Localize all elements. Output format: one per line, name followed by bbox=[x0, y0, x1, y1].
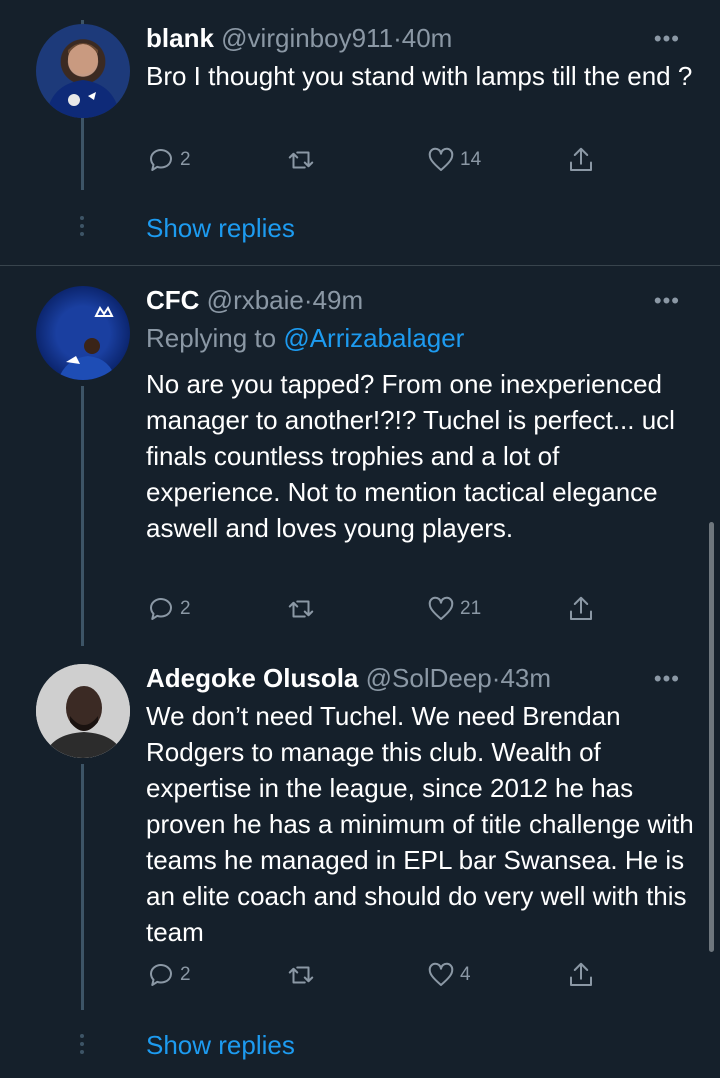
share-button[interactable] bbox=[566, 145, 596, 175]
like-button[interactable]: 4 bbox=[426, 960, 471, 990]
avatar[interactable] bbox=[36, 664, 130, 758]
avatar[interactable] bbox=[36, 286, 130, 380]
tweet-text: We don’t need Tuchel. We need Brendan Ro… bbox=[146, 701, 694, 947]
thread-dots bbox=[78, 216, 86, 236]
show-replies-link[interactable]: Show replies bbox=[146, 210, 295, 246]
display-name[interactable]: blank bbox=[146, 23, 214, 53]
replying-to-label: Replying to bbox=[146, 323, 277, 353]
more-icon[interactable]: ••• bbox=[654, 28, 680, 50]
retweet-icon bbox=[288, 966, 314, 984]
share-icon bbox=[570, 596, 592, 620]
tweet-actions: 2 21 bbox=[146, 594, 606, 624]
heart-icon bbox=[428, 596, 454, 620]
more-icon[interactable]: ••• bbox=[654, 668, 680, 690]
thread-line bbox=[81, 764, 84, 1010]
tweet-actions: 2 4 bbox=[146, 960, 606, 990]
like-count: 21 bbox=[460, 598, 482, 619]
reply-button[interactable]: 2 bbox=[146, 145, 191, 175]
heart-icon bbox=[428, 962, 454, 986]
like-button[interactable]: 21 bbox=[426, 594, 481, 624]
divider bbox=[0, 265, 720, 266]
user-handle[interactable]: @rxbaie bbox=[207, 285, 304, 315]
timestamp[interactable]: 49m bbox=[313, 285, 364, 315]
timestamp[interactable]: 43m bbox=[500, 663, 551, 693]
share-button[interactable] bbox=[566, 960, 596, 990]
show-replies-link[interactable]: Show replies bbox=[146, 1027, 295, 1063]
more-icon[interactable]: ••• bbox=[654, 290, 680, 312]
display-name[interactable]: CFC bbox=[146, 285, 199, 315]
share-icon bbox=[570, 147, 592, 171]
reply-count: 2 bbox=[180, 964, 191, 985]
reply-button[interactable]: 2 bbox=[146, 960, 191, 990]
reply-count: 2 bbox=[180, 598, 191, 619]
timestamp[interactable]: 40m bbox=[402, 23, 453, 53]
tweet-text: Bro I thought you stand with lamps till … bbox=[146, 61, 693, 91]
like-count: 14 bbox=[460, 149, 482, 170]
user-handle[interactable]: @virginboy911 bbox=[221, 23, 393, 53]
retweet-icon bbox=[288, 151, 314, 169]
tweet-3[interactable]: Adegoke Olusola @SolDeep·43m ••• We don’… bbox=[0, 660, 720, 1078]
scrollbar[interactable] bbox=[709, 522, 714, 952]
time-separator: · bbox=[303, 285, 313, 315]
retweet-button[interactable] bbox=[286, 145, 320, 175]
tweet-header: CFC @rxbaie·49m bbox=[146, 282, 363, 318]
tweet-header: Adegoke Olusola @SolDeep·43m bbox=[146, 660, 551, 696]
avatar[interactable] bbox=[36, 24, 130, 118]
like-button[interactable]: 14 bbox=[426, 145, 481, 175]
tweet-2[interactable]: CFC @rxbaie·49m ••• Replying to @Arrizab… bbox=[0, 282, 720, 646]
thread-line bbox=[81, 386, 84, 646]
retweet-button[interactable] bbox=[286, 594, 320, 624]
tweet-text: No are you tapped? From one inexperience… bbox=[146, 369, 675, 543]
tweet-header: blank @virginboy911·40m bbox=[146, 20, 452, 56]
tweet-actions: 2 14 bbox=[146, 145, 606, 175]
time-separator: · bbox=[393, 23, 402, 53]
user-handle[interactable]: @SolDeep bbox=[366, 663, 492, 693]
reply-icon bbox=[150, 598, 172, 620]
retweet-icon bbox=[288, 600, 314, 618]
like-count: 4 bbox=[460, 964, 471, 985]
share-button[interactable] bbox=[566, 594, 596, 624]
reply-icon bbox=[150, 964, 172, 986]
reply-icon bbox=[150, 149, 172, 171]
replying-to-handle[interactable]: @Arrizabalager bbox=[283, 323, 464, 353]
tweet-1[interactable]: blank @virginboy911·40m ••• Bro I though… bbox=[0, 20, 720, 265]
share-icon bbox=[570, 962, 592, 986]
retweet-button[interactable] bbox=[286, 960, 320, 990]
thread-dots bbox=[78, 1034, 86, 1054]
heart-icon bbox=[428, 147, 454, 171]
replying-to: Replying to @Arrizabalager bbox=[146, 320, 464, 356]
reply-count: 2 bbox=[180, 149, 191, 170]
reply-button[interactable]: 2 bbox=[146, 594, 191, 624]
display-name[interactable]: Adegoke Olusola bbox=[146, 663, 358, 693]
